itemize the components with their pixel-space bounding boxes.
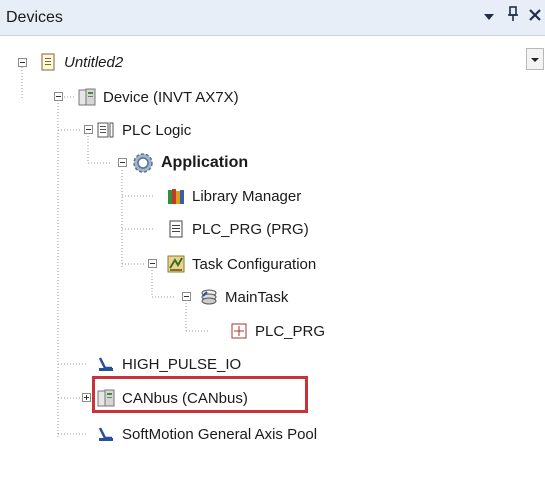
tree-node-label: PLC Logic [122, 121, 192, 139]
tree-node-label: HIGH_PULSE_IO [122, 355, 242, 373]
collapse-toggle-application[interactable] [118, 158, 127, 167]
tree-node-plc-prg[interactable]: PLC_PRG (PRG) [166, 217, 309, 241]
devices-panel: Devices Untitled2 Device (INVT AX7X) PLC… [0, 0, 545, 482]
canbus-highlight-box [92, 376, 308, 413]
tree-node-main-task[interactable]: MainTask [199, 285, 288, 309]
tree-node-application[interactable]: Application [131, 151, 248, 175]
program-call-icon [229, 321, 249, 341]
collapse-toggle-device[interactable] [54, 92, 63, 101]
tree-node-label: MainTask [225, 288, 289, 306]
device-icon [77, 87, 97, 107]
tree-node-label: Application [161, 154, 249, 171]
io-connector-icon [96, 424, 116, 444]
tree-node-high-pulse-io[interactable]: HIGH_PULSE_IO [96, 352, 241, 376]
collapse-toggle-project[interactable] [18, 58, 27, 67]
tree-node-label: PLC_PRG [255, 322, 326, 340]
tree-node-softmotion[interactable]: SoftMotion General Axis Pool [96, 422, 317, 446]
expand-toggle-canbus[interactable] [82, 393, 91, 402]
tree-node-plc-logic[interactable]: PLC Logic [96, 118, 191, 142]
project-file-icon [38, 52, 58, 72]
plc-logic-icon [96, 120, 116, 140]
tree-node-task-configuration[interactable]: Task Configuration [166, 252, 316, 276]
task-icon [199, 287, 219, 307]
library-books-icon [166, 186, 186, 206]
program-document-icon [166, 219, 186, 239]
collapse-toggle-task-configuration[interactable] [148, 259, 157, 268]
tree-node-label: Untitled2 [64, 53, 124, 71]
collapse-toggle-main-task[interactable] [182, 292, 191, 301]
collapse-toggle-plc-logic[interactable] [84, 125, 93, 134]
tree-node-library-manager[interactable]: Library Manager [166, 184, 301, 208]
tree-node-label: Task Configuration [192, 255, 317, 273]
tree-node-label: Library Manager [192, 187, 302, 205]
application-gear-icon [131, 151, 155, 175]
io-connector-icon [96, 354, 116, 374]
tree-node-label: PLC_PRG (PRG) [192, 220, 309, 238]
tree-node-device[interactable]: Device (INVT AX7X) [77, 85, 239, 109]
tree-node-plc-prg-call[interactable]: PLC_PRG [229, 319, 325, 343]
tree-node-label: Device (INVT AX7X) [103, 88, 239, 106]
task-configuration-icon [166, 254, 186, 274]
tree-node-label: SoftMotion General Axis Pool [122, 425, 318, 443]
tree-node-project[interactable]: Untitled2 [38, 50, 123, 74]
